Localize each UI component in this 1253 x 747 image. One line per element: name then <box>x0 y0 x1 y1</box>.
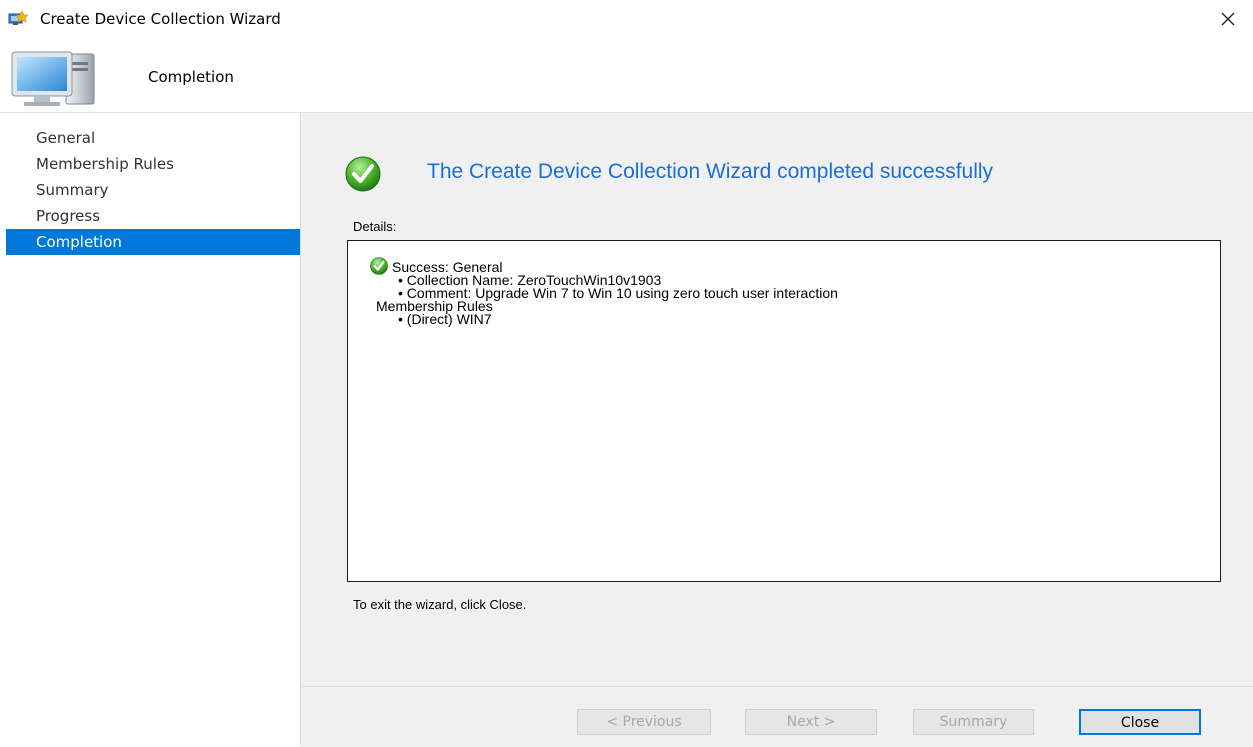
wizard-header: Completion <box>0 40 1253 113</box>
wizard-footer: < Previous Next > Summary Close <box>301 686 1253 747</box>
close-button[interactable]: Close <box>1079 709 1201 735</box>
wizard-steps-sidebar: General Membership Rules Summary Progres… <box>0 113 301 746</box>
details-label: Details: <box>353 219 397 234</box>
next-button[interactable]: Next > <box>745 709 877 735</box>
previous-button[interactable]: < Previous <box>577 709 711 735</box>
computer-icon <box>11 51 95 106</box>
exit-hint: To exit the wizard, click Close. <box>353 597 527 612</box>
window-title: Create Device Collection Wizard <box>40 10 281 28</box>
close-icon[interactable] <box>1215 6 1241 32</box>
page-title: Completion <box>148 68 234 86</box>
wizard-icon <box>8 10 28 25</box>
success-check-icon <box>370 257 388 275</box>
success-heading: The Create Device Collection Wizard comp… <box>427 160 994 183</box>
sidebar-item-membership-rules[interactable]: Membership Rules <box>6 151 300 177</box>
details-textbox[interactable]: Success: General • Collection Name: Zero… <box>347 240 1221 582</box>
details-membership-rule: • (Direct) WIN7 <box>398 311 492 327</box>
sidebar-item-completion[interactable]: Completion <box>6 229 300 255</box>
success-check-icon <box>345 156 381 192</box>
summary-button[interactable]: Summary <box>913 709 1034 735</box>
sidebar-item-summary[interactable]: Summary <box>6 177 300 203</box>
title-bar: Create Device Collection Wizard <box>0 0 1253 40</box>
sidebar-item-progress[interactable]: Progress <box>6 203 300 229</box>
main-content: The Create Device Collection Wizard comp… <box>301 113 1253 686</box>
sidebar-item-general[interactable]: General <box>6 125 300 151</box>
